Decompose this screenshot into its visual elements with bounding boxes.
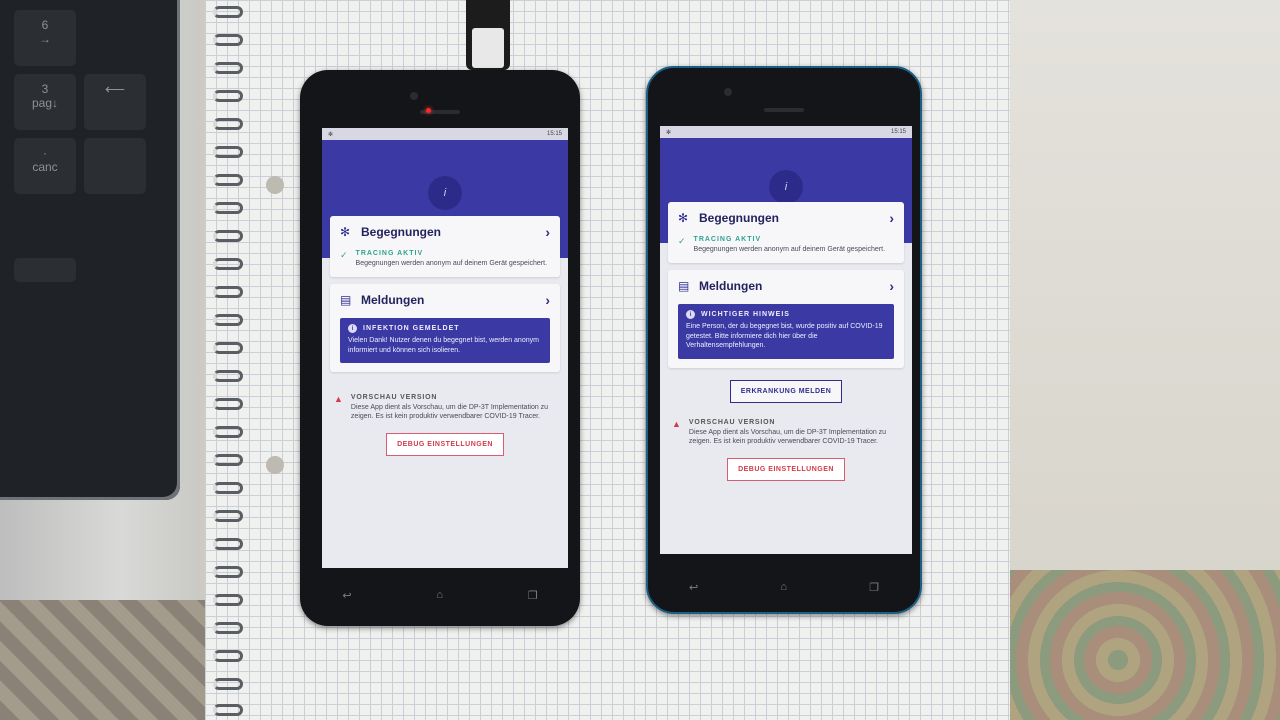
app-notification-icon: ✻ bbox=[666, 129, 672, 136]
home-icon[interactable]: ⌂ bbox=[780, 581, 787, 593]
desk-surface bbox=[1000, 0, 1280, 575]
status-time: 15:15 bbox=[546, 131, 562, 137]
front-camera bbox=[724, 88, 732, 96]
chevron-right-icon[interactable]: › bbox=[889, 278, 894, 294]
home-icon[interactable]: ⌂ bbox=[436, 589, 443, 601]
encounters-title: Begegnungen bbox=[361, 225, 441, 239]
recent-apps-icon[interactable]: ❐ bbox=[528, 589, 538, 602]
info-icon[interactable]: i bbox=[428, 176, 462, 210]
punch-hole bbox=[266, 456, 284, 474]
status-time: 15:15 bbox=[890, 129, 906, 135]
app-notification-icon: ✻ bbox=[328, 131, 334, 138]
messages-card[interactable]: ▤ Meldungen › i WICHTIGER HINWEIS Eine P… bbox=[668, 270, 904, 368]
chevron-right-icon[interactable]: › bbox=[889, 210, 894, 226]
bluetooth-network-icon: ✻ bbox=[678, 211, 689, 225]
encounters-title: Begegnungen bbox=[699, 211, 779, 225]
info-icon: i bbox=[686, 310, 695, 319]
keyboard-key: 3 pag↓ bbox=[14, 74, 76, 130]
laptop: 6 → 3 pag↓ ⟵ · canc bbox=[0, 0, 200, 600]
keyboard-key bbox=[14, 258, 76, 282]
info-icon: i bbox=[348, 324, 357, 333]
tracing-description: Begegnungen werden anonym auf deinem Ger… bbox=[355, 260, 548, 267]
preview-title: VORSCHAU VERSION bbox=[688, 418, 776, 426]
encounters-card[interactable]: ✻ Begegnungen › ✓ TRACING AKTIV Begegnun… bbox=[668, 202, 904, 263]
phone-right: ✻ 15:15 i ✻ Begegnungen › ✓ TRACING AKTI… bbox=[646, 66, 922, 614]
preview-text: Diese App dient als Vorschau, um die DP-… bbox=[688, 428, 887, 445]
tracing-status: TRACING AKTIV bbox=[355, 250, 424, 257]
message-icon: ▤ bbox=[340, 293, 352, 307]
alert-title: WICHTIGER HINWEIS bbox=[701, 311, 790, 318]
front-camera bbox=[410, 92, 418, 100]
debug-settings-button[interactable]: DEBUG EINSTELLUNGEN bbox=[386, 433, 504, 456]
floor-carpet bbox=[1010, 570, 1280, 720]
recent-apps-icon[interactable]: ❐ bbox=[869, 581, 879, 594]
messages-title: Meldungen bbox=[699, 279, 763, 293]
back-icon[interactable]: ↩ bbox=[689, 581, 698, 594]
back-icon[interactable]: ↩ bbox=[342, 589, 351, 602]
messages-title: Meldungen bbox=[361, 293, 425, 307]
preview-title: VORSCHAU VERSION bbox=[350, 394, 438, 401]
report-illness-button[interactable]: ERKRANKUNG MELDEN bbox=[729, 379, 843, 403]
tracing-status: TRACING AKTIV bbox=[693, 236, 762, 243]
warning-triangle-icon: ▲ bbox=[334, 394, 343, 404]
keyboard-key bbox=[84, 138, 146, 194]
notebook-rings bbox=[205, 0, 245, 720]
android-nav-bar: ↩ ⌂ ❐ bbox=[648, 576, 920, 598]
infection-reported-alert: i INFEKTION GEMELDET Vielen Dank! Nutzer… bbox=[340, 318, 550, 363]
chevron-right-icon[interactable]: › bbox=[545, 292, 550, 308]
warning-triangle-icon: ▲ bbox=[672, 418, 681, 429]
chevron-right-icon[interactable]: › bbox=[545, 224, 550, 240]
android-nav-bar: ↩ ⌂ ❐ bbox=[300, 584, 580, 606]
exposure-notice-alert[interactable]: i WICHTIGER HINWEIS Eine Person, der du … bbox=[678, 304, 894, 359]
floor-tiles bbox=[0, 600, 240, 720]
bluetooth-network-icon: ✻ bbox=[340, 225, 351, 239]
status-bar: ✻ 15:15 bbox=[660, 126, 912, 138]
encounters-card[interactable]: ✻ Begegnungen › ✓ TRACING AKTIV Begegnun… bbox=[330, 216, 560, 277]
keyboard-key: 6 → bbox=[14, 10, 76, 66]
check-icon: ✓ bbox=[340, 250, 348, 260]
app-screen: ✻ 15:15 i ✻ Begegnungen › ✓ TRACING AKTI… bbox=[322, 128, 568, 568]
keyboard-key: ⟵ bbox=[84, 74, 146, 130]
phone-left: ✻ 15:15 i ✻ Begegnungen › ✓ TRACING AKTI… bbox=[300, 70, 580, 626]
tracing-description: Begegnungen werden anonym auf deinem Ger… bbox=[693, 246, 886, 253]
alert-title: INFEKTION GEMELDET bbox=[363, 325, 460, 332]
app-screen: ✻ 15:15 i ✻ Begegnungen › ✓ TRACING AKTI… bbox=[660, 126, 912, 554]
preview-text: Diese App dient als Vorschau, um die DP-… bbox=[350, 404, 549, 420]
keyboard-key: · canc bbox=[14, 138, 76, 194]
punch-hole bbox=[266, 176, 284, 194]
alert-text: Vielen Dank! Nutzer denen du begegnet bi… bbox=[348, 337, 539, 354]
message-icon: ▤ bbox=[678, 279, 690, 293]
alert-text: Eine Person, der du begegnet bist, wurde… bbox=[686, 323, 883, 349]
usb-connector bbox=[472, 28, 504, 68]
debug-settings-button[interactable]: DEBUG EINSTELLUNGEN bbox=[727, 457, 845, 481]
info-icon[interactable]: i bbox=[769, 170, 803, 204]
earpiece bbox=[764, 108, 804, 112]
notification-led bbox=[426, 108, 431, 113]
messages-card[interactable]: ▤ Meldungen › i INFEKTION GEMELDET Viele… bbox=[330, 284, 560, 372]
check-icon: ✓ bbox=[678, 236, 686, 246]
status-bar: ✻ 15:15 bbox=[322, 128, 568, 140]
laptop-keyboard: 6 → 3 pag↓ ⟵ · canc bbox=[0, 0, 180, 500]
